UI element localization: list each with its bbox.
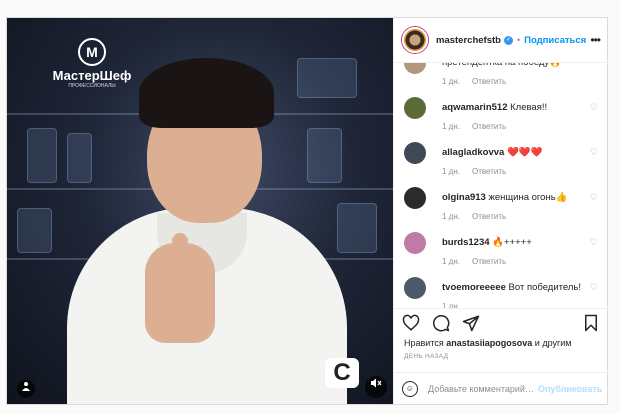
comment-body: претендентка на победу🔥 <box>442 63 561 68</box>
background-jar <box>17 208 52 253</box>
commenter-username[interactable]: allagladkovva <box>442 147 504 158</box>
comment-meta: 1 дн. Ответить <box>442 167 608 176</box>
like-button[interactable] <box>402 314 420 332</box>
comment-text: allagladkovva ❤️❤️❤️ <box>442 137 608 158</box>
comment-button[interactable] <box>432 314 450 332</box>
author-username[interactable]: masterchefstb <box>436 35 501 46</box>
comment-item: burds1234 🔥+++++ 1 дн. Ответить ♡ <box>394 227 608 272</box>
share-icon <box>462 315 480 331</box>
post-sidebar: masterchefstb ✓ • Подписаться ••• претен… <box>393 18 608 404</box>
verified-badge-icon: ✓ <box>503 35 513 45</box>
background-jar <box>67 133 92 183</box>
comment-time[interactable]: 1 дн. <box>442 212 460 221</box>
tagged-users-button[interactable] <box>17 380 35 398</box>
comment-like-heart-icon[interactable]: ♡ <box>590 147 598 158</box>
action-bar <box>394 308 608 336</box>
comment-text: претендентка на победу🔥 <box>442 63 608 68</box>
comment-body: ❤️❤️❤️ <box>506 147 543 158</box>
commenter-avatar[interactable] <box>404 232 426 254</box>
bookmark-icon <box>585 314 597 331</box>
commenter-username[interactable]: burds1234 <box>442 237 490 248</box>
comment-item: allagladkovva ❤️❤️❤️ 1 дн. Ответить ♡ <box>394 137 608 182</box>
person-finger <box>172 233 188 278</box>
comment-meta: 1 дн. Ответить <box>442 212 608 221</box>
page: M МастерШеф ПРОФЕССИОНАЛЫ C masterchefst… <box>0 0 620 413</box>
comment-body: 🔥+++++ <box>492 237 532 248</box>
commenter-avatar[interactable] <box>404 187 426 209</box>
comment-like-heart-icon[interactable]: ♡ <box>590 282 598 293</box>
comment-input[interactable] <box>428 383 538 394</box>
comment-item: olgina913 женщина огонь👍 1 дн. Ответить ♡ <box>394 182 608 227</box>
publish-button[interactable]: Опубликовать <box>538 384 602 394</box>
comment-time[interactable]: 1 дн. <box>442 257 460 266</box>
save-button[interactable] <box>582 314 600 332</box>
comment-meta: 1 дн. Ответить <box>442 77 608 86</box>
comment-like-heart-icon[interactable]: ♡ <box>590 192 598 203</box>
likes-summary: Нравится anastasiiapogosova и другим <box>404 338 571 348</box>
reply-button[interactable]: Ответить <box>472 77 506 86</box>
likes-suffix[interactable]: и другим <box>535 338 572 348</box>
comment-time[interactable]: 1 дн. <box>442 122 460 131</box>
comment-text: olgina913 женщина огонь👍 <box>442 182 608 203</box>
commenter-avatar[interactable] <box>404 277 426 299</box>
logo-mark: M <box>78 38 106 66</box>
logo-subtitle: ПРОФЕССИОНАЛЫ <box>68 83 116 89</box>
background-jar <box>337 203 377 253</box>
comment-like-heart-icon[interactable]: ♡ <box>590 237 598 248</box>
comment-text: burds1234 🔥+++++ <box>442 227 608 248</box>
add-comment-bar: ☺ Опубликовать <box>394 372 608 404</box>
commenter-username[interactable]: aqwamarin512 <box>442 102 507 113</box>
comment-body: Вот победитель! <box>508 282 581 293</box>
muted-speaker-icon <box>371 378 382 388</box>
post-media[interactable]: M МастерШеф ПРОФЕССИОНАЛЫ C <box>7 18 393 404</box>
comment-item: aqwamarin512 Клевая!! 1 дн. Ответить ♡ <box>394 92 608 137</box>
author-avatar[interactable] <box>402 27 428 53</box>
commenter-avatar[interactable] <box>404 142 426 164</box>
comment-body: женщина огонь👍 <box>488 192 568 203</box>
comment-body: Клевая!! <box>510 102 548 113</box>
likes-user-link[interactable]: anastasiiapogosova <box>446 338 532 348</box>
mute-button[interactable] <box>365 376 387 398</box>
comment-item: претендентка на победу🔥 1 дн. Ответить <box>394 63 608 92</box>
comment-meta: 1 дн. Ответить <box>442 257 608 266</box>
background-jar <box>27 128 57 183</box>
post-timestamp[interactable]: ДЕНЬ НАЗАД <box>404 353 448 360</box>
comment-time[interactable]: 1 дн. <box>442 77 460 86</box>
comment-text: tvoemoreeeee Вот победитель! <box>442 272 608 293</box>
comments-list[interactable]: претендентка на победу🔥1 дн.Ответитьaqwa… <box>394 63 608 308</box>
background-jar <box>307 128 342 183</box>
logo-name: МастерШеф <box>52 68 132 83</box>
commenter-avatar[interactable] <box>404 97 426 119</box>
heart-icon <box>402 314 420 331</box>
comment-like-heart-icon[interactable]: ♡ <box>590 102 598 113</box>
comment-meta: 1 дн. Ответить <box>442 122 608 131</box>
comment-icon <box>433 314 450 331</box>
channel-logo: C <box>325 358 359 388</box>
separator: • <box>516 35 521 45</box>
commenter-username[interactable]: olgina913 <box>442 192 486 203</box>
more-options-icon[interactable]: ••• <box>590 33 601 47</box>
background-jar <box>297 58 357 98</box>
reply-button[interactable]: Ответить <box>472 257 506 266</box>
follow-button[interactable]: Подписаться <box>524 35 586 46</box>
user-icon <box>22 382 30 391</box>
reply-button[interactable]: Ответить <box>472 212 506 221</box>
masterchef-logo: M МастерШеф ПРОФЕССИОНАЛЫ <box>47 38 137 89</box>
commenter-username[interactable]: tvoemoreeeee <box>442 282 506 293</box>
person-hair <box>139 58 274 128</box>
comment-text: aqwamarin512 Клевая!! <box>442 92 608 113</box>
reply-button[interactable]: Ответить <box>472 167 506 176</box>
post-header: masterchefstb ✓ • Подписаться ••• <box>394 18 608 63</box>
comment-item: tvoemoreeeee Вот победитель! 1 дн. ♡ <box>394 272 608 308</box>
comment-time[interactable]: 1 дн. <box>442 167 460 176</box>
likes-prefix: Нравится <box>404 338 444 348</box>
emoji-icon[interactable]: ☺ <box>402 380 418 397</box>
post-card: M МастерШеф ПРОФЕССИОНАЛЫ C masterchefst… <box>6 17 608 405</box>
share-button[interactable] <box>462 314 480 332</box>
commenter-avatar[interactable] <box>404 63 426 74</box>
reply-button[interactable]: Ответить <box>472 122 506 131</box>
